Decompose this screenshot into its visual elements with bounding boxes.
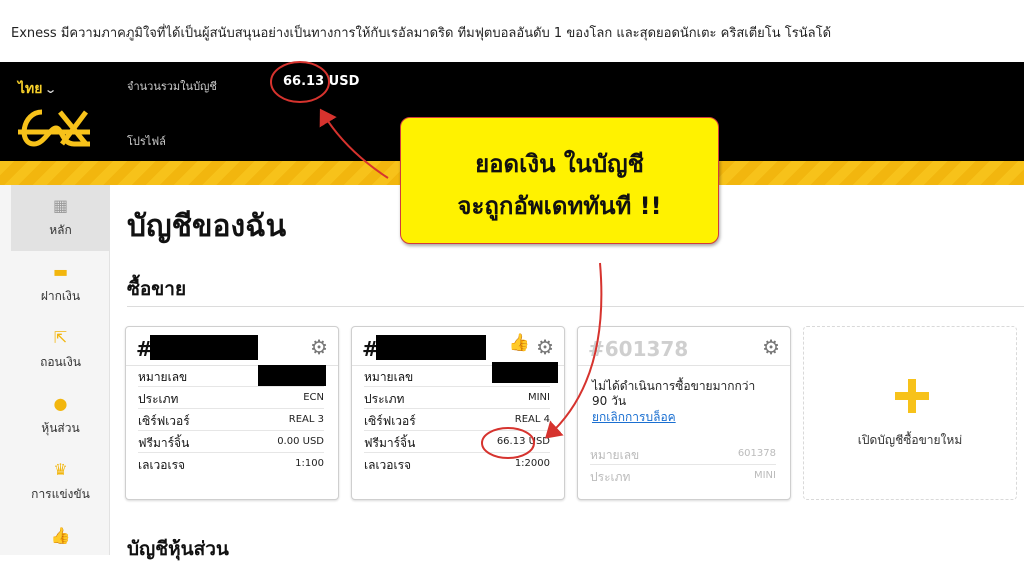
row-value: 1:100 <box>295 458 324 469</box>
archived-account-card[interactable]: #601378 ⚙ ไม่ได้ดำเนินการซื้อขายมากกว่า … <box>577 326 791 500</box>
row-label: ฟรีมาร์จิ้น <box>364 436 416 450</box>
redacted-number-value <box>258 365 326 386</box>
unblock-link[interactable]: ยกเลิกการบล็อค <box>592 408 676 427</box>
row-label: หมายเลข <box>364 370 414 384</box>
sidebar-item-label: ฝากเงิน <box>40 289 81 303</box>
row-label: หมายเลข <box>590 448 640 462</box>
row-label: เซิร์ฟเวอร์ <box>364 414 416 428</box>
promo-banner: Exness มีความภาคภูมิใจที่ได้เป็นผู้สนับส… <box>0 0 1024 62</box>
sidebar-item-label: หุ้นส่วน <box>41 421 80 435</box>
sidebar-item-main[interactable]: ▦ หลัก <box>11 185 110 251</box>
row-value: ECN <box>303 392 324 403</box>
sidebar-item-label: การแข่งขัน <box>31 487 90 501</box>
row-value: REAL 4 <box>514 414 550 425</box>
account-number: #601378 <box>588 337 689 361</box>
sidebar-item-contests[interactable]: ♛ การแข่งขัน <box>11 449 110 515</box>
row-label: ฟรีมาร์จิ้น <box>138 436 190 450</box>
card-row: เลเวอเรจ 1:2000 <box>364 453 550 475</box>
language-selector[interactable]: ไทย ⌄ <box>18 78 58 100</box>
total-balance-label: จำนวนรวมในบัญชี <box>127 80 217 93</box>
trophy-icon: ♛ <box>53 460 68 479</box>
row-label: หมายเลข <box>138 370 188 384</box>
account-card[interactable]: # ⚙ หมายเลข ประเภท ECN เซิร์ฟเวอร์ REAL … <box>125 326 339 500</box>
callout-line-2: จะถูกอัพเดททันที !! <box>457 192 662 220</box>
row-value: 1:2000 <box>514 458 550 469</box>
dashboard-icon: ▦ <box>52 196 69 215</box>
card-row: หมายเลข 601378 <box>590 443 776 465</box>
card-row: ฟรีมาร์จิ้น 0.00 USD <box>138 431 324 453</box>
card-row: เซิร์ฟเวอร์ REAL 4 <box>364 409 550 431</box>
card-divider <box>578 365 790 366</box>
chevron-down-icon: ⌄ <box>44 83 58 96</box>
card-row: หมายเลข <box>138 365 326 387</box>
person-icon: ● <box>53 394 68 413</box>
thumbs-up-icon: 👍 <box>50 526 71 545</box>
sidebar: ▦ หลัก ▬ ฝากเงิน ⇱ ถอนเงิน ● หุ้นส่วน ♛ … <box>0 185 110 555</box>
withdraw-icon: ⇱ <box>53 328 68 347</box>
open-new-account-card[interactable]: เปิดบัญชีซื้อขายใหม่ <box>803 326 1017 500</box>
gear-icon[interactable]: ⚙ <box>762 337 780 357</box>
row-value: MINI <box>753 470 776 481</box>
account-card[interactable]: # 👍 ⚙ หมายเลข ประเภท MINI เซิร์ฟเวอร์ RE… <box>351 326 565 500</box>
card-row: เลเวอเรจ 1:100 <box>138 453 324 475</box>
total-balance-value: 66.13 USD <box>283 74 360 89</box>
row-label: ประเภท <box>138 392 179 406</box>
thumbs-up-icon: 👍 <box>508 333 530 353</box>
redacted-account-number <box>376 335 486 360</box>
profile-link[interactable]: โปรไฟล์ <box>127 132 166 150</box>
gear-icon[interactable]: ⚙ <box>310 337 328 357</box>
sidebar-item-withdraw[interactable]: ⇱ ถอนเงิน <box>11 317 110 383</box>
row-value: REAL 3 <box>288 414 324 425</box>
redacted-account-number <box>150 335 258 360</box>
open-new-account-label: เปิดบัญชีซื้อขายใหม่ <box>857 433 963 447</box>
redacted-number-value <box>492 362 558 383</box>
trading-section-title: ซื้อขาย <box>127 278 187 300</box>
partner-section-title: บัญชีหุ้นส่วน <box>127 538 229 560</box>
card-row: เซิร์ฟเวอร์ REAL 3 <box>138 409 324 431</box>
card-row: ฟรีมาร์จิ้น 66.13 USD <box>364 431 550 453</box>
promo-banner-text: Exness มีความภาคภูมิใจที่ได้เป็นผู้สนับส… <box>11 26 832 41</box>
gear-icon[interactable]: ⚙ <box>536 337 554 357</box>
row-value: 66.13 USD <box>496 436 550 447</box>
row-label: ประเภท <box>590 470 631 484</box>
sidebar-item-label: ถอนเงิน <box>40 355 81 369</box>
row-label: ประเภท <box>364 392 405 406</box>
plus-icon <box>895 379 929 413</box>
row-label: เซิร์ฟเวอร์ <box>138 414 190 428</box>
language-label: ไทย <box>18 81 43 97</box>
card-icon: ▬ <box>52 262 69 281</box>
row-value: 601378 <box>737 448 776 459</box>
exness-logo[interactable] <box>12 108 96 148</box>
inactivity-message: ไม่ได้ดำเนินการซื้อขายมากกว่า 90 วัน <box>592 379 756 408</box>
card-row: ประเภท ECN <box>138 387 324 409</box>
sidebar-item-deposit[interactable]: ▬ ฝากเงิน <box>11 251 110 317</box>
row-label: เลเวอเรจ <box>364 458 412 472</box>
card-row: หมายเลข <box>364 362 558 387</box>
annotation-callout: ยอดเงิน ในบัญชี จะถูกอัพเดททันที !! <box>400 117 719 244</box>
page-title: บัญชีของฉัน <box>127 209 287 244</box>
card-row: ประเภท MINI <box>364 387 550 409</box>
section-divider <box>127 306 1024 307</box>
card-row: ประเภท MINI <box>590 465 776 487</box>
sidebar-item-feedback[interactable]: 👍 <box>11 515 110 581</box>
sidebar-item-partner[interactable]: ● หุ้นส่วน <box>11 383 110 449</box>
row-value: MINI <box>527 392 550 403</box>
row-value: 0.00 USD <box>277 436 324 447</box>
sidebar-item-label: หลัก <box>49 223 72 237</box>
callout-line-1: ยอดเงิน ในบัญชี <box>475 150 644 178</box>
row-label: เลเวอเรจ <box>138 458 186 472</box>
